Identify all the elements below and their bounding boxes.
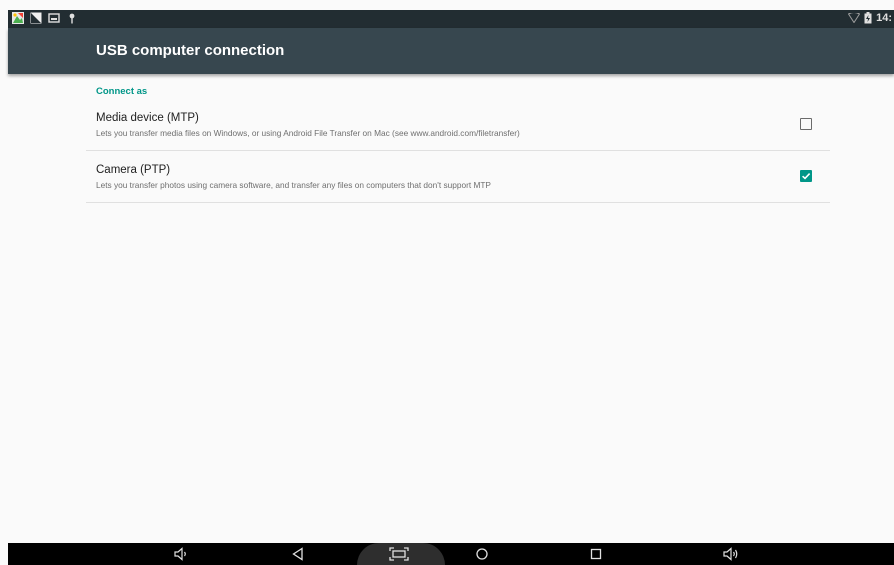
- option-title: Media device (MTP): [96, 112, 199, 124]
- volume-up-icon[interactable]: [722, 546, 740, 562]
- section-header-connect-as: Connect as: [96, 86, 148, 97]
- battery-icon: [864, 12, 872, 24]
- app-bar: USB computer connection: [8, 28, 894, 74]
- status-time: 14:: [876, 12, 892, 24]
- status-bar-notifications: [12, 12, 78, 24]
- navigation-bar: [8, 543, 894, 565]
- photos-icon: [12, 12, 24, 24]
- image-icon: [30, 12, 42, 24]
- volume-down-icon[interactable]: [173, 546, 189, 562]
- option-camera-ptp[interactable]: Camera (PTP) Lets you transfer photos us…: [86, 151, 830, 202]
- gallery-icon: [48, 13, 60, 23]
- screenshot-icon[interactable]: [389, 546, 409, 562]
- recents-icon[interactable]: [588, 546, 604, 562]
- status-bar: 14:: [8, 10, 894, 28]
- option-media-device-mtp[interactable]: Media device (MTP) Lets you transfer med…: [86, 104, 830, 150]
- home-icon[interactable]: [474, 546, 490, 562]
- option-summary: Lets you transfer media files on Windows…: [96, 128, 520, 138]
- option-title: Camera (PTP): [96, 164, 171, 176]
- divider: [86, 202, 830, 203]
- ptp-checkbox[interactable]: [800, 170, 812, 182]
- wifi-icon: [848, 13, 861, 23]
- status-bar-system: 14:: [848, 12, 892, 24]
- checkmark-icon: [802, 173, 811, 180]
- back-icon[interactable]: [290, 546, 306, 562]
- option-summary: Lets you transfer photos using camera so…: [96, 180, 491, 190]
- page-title: USB computer connection: [96, 42, 285, 59]
- usb-debug-icon: [69, 13, 75, 24]
- mtp-checkbox[interactable]: [800, 118, 812, 130]
